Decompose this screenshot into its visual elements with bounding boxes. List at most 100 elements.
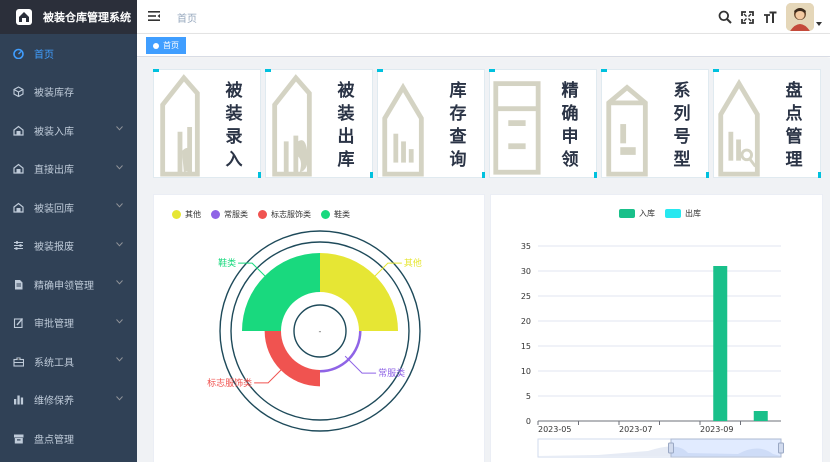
tag-home[interactable]: 首页 [146,37,186,54]
corner-accent [377,69,383,72]
warehouse-shelf-icon [382,82,424,177]
corner-accent [482,172,485,178]
bar-2023-10[interactable] [753,411,768,421]
y-tick-label: 35 [521,242,531,251]
archive-icon [14,434,24,444]
logo-bar[interactable]: 被装仓库管理系统 [0,0,137,34]
datazoom-handle[interactable] [778,442,784,454]
sidebar-item-5[interactable]: 被装回库 [0,188,137,227]
sidebar-item-4[interactable]: 直接出库 [0,150,137,189]
sidebar-item-label: 直接出库 [34,165,74,177]
pie-slice-label: 鞋类 [218,257,236,269]
logo-icon [16,9,32,25]
fullscreen-icon[interactable] [741,10,754,24]
sidebar-item-6[interactable]: 被装报废 [0,227,137,266]
corner-accent [713,69,719,72]
x-tick-label: 2023-05 [538,425,571,434]
pie-slice-label: 标志服饰类 [207,377,252,389]
bar-chart: 0 5 10 15 20 25 30 35 2023-05 2023-07 2023-09 [521,242,784,458]
sidebar-item-label: 被装回库 [34,203,74,215]
corner-accent [153,69,159,72]
shortcut-card-2[interactable]: 被装出库 [265,69,373,178]
shortcut-card-1[interactable]: 被装录入 [153,69,261,178]
search-icon[interactable] [718,10,732,24]
sidebar-item-label: 被装报废 [34,242,74,254]
sidebar-item-9[interactable]: 系统工具 [0,342,137,381]
chevron-down-icon [116,280,123,285]
sidebar-item-label: 精确申领管理 [34,280,94,292]
pie-chart: - 其他常服类标志服饰类 鞋类 [207,230,422,432]
sidebar-item-8[interactable]: 审批管理 [0,304,137,343]
sidebar-item-7[interactable]: 精确申领管理 [0,265,137,304]
shortcut-card-5[interactable]: 系列号型 [601,69,709,178]
house-icon [160,74,200,177]
pie-chart-panel: 其他 常服类 标志服饰类 鞋类 - 其他 常服类 标志服饰类 鞋类 [153,194,485,462]
sidebar-item-label: 被装入库 [34,126,74,138]
chevron-down-icon [116,241,123,247]
shortcut-card-label: 被装出库 [337,81,355,170]
sidebar-menu: 首页被装库存被装入库直接出库被装回库被装报废精确申领管理 审批管理系统工具维修保养… [0,34,137,458]
corner-accent [265,69,271,72]
warehouse-return-icon [13,202,24,213]
shortcut-card-6[interactable]: 盘点管理 [713,69,821,178]
corner-accent [370,172,373,178]
app-title: 被装仓库管理系统 [43,11,131,24]
sidebar-item-label: 被装库存 [34,88,74,100]
x-tick-label: 2023-09 [700,425,733,434]
shortcut-card-3[interactable]: 库存查询 [377,69,485,178]
sidebar-item-label: 首页 [34,49,54,61]
sidebar-item-label: 维修保养 [34,396,74,408]
font-size-icon[interactable] [763,11,777,24]
sidebar-item-label: 盘点管理 [34,434,74,446]
tag-label: 首页 [163,41,179,50]
chevron-down-icon [116,203,123,208]
y-tick-label: 20 [521,317,531,326]
document-icon [15,279,23,290]
dashboard-content: 被装录入 被装出库 库存查询 精确申领 系列号型 盘点管理 其他 常服类 标志服饰类 鞋类 -其… [137,58,830,462]
avatar[interactable] [786,3,814,31]
chevron-down-icon [116,164,123,170]
sidebar-item-label: 系统工具 [34,357,74,369]
corner-accent [258,172,261,178]
edit-icon [13,318,24,329]
y-tick-label: 10 [521,367,531,376]
chevron-down-icon [116,318,123,324]
tag-dot-icon [153,42,159,49]
cube-icon [13,86,24,98]
bar-2023-09[interactable] [713,266,728,421]
datazoom-window[interactable] [670,438,782,458]
caret-down-icon[interactable] [816,21,822,27]
sidebar-item-2[interactable]: 被装库存 [0,73,137,112]
sidebar-item-label: 审批管理 [34,319,74,331]
y-tick-label: 25 [521,292,531,301]
sidebar-item-11[interactable]: 盘点管理 [0,419,137,458]
y-tick-label: 5 [526,392,531,401]
shortcut-card-4[interactable]: 精确申领 [489,69,597,178]
corner-accent [489,69,495,72]
hamburger-icon[interactable] [148,10,160,22]
main-area: 首页 首页 被装录入 被装出库 库存查询 精确申领 系列号型 盘点管理 其他 常… [137,0,830,462]
x-tick-label: 2023-07 [619,425,652,434]
shortcut-card-label: 被装录入 [225,81,243,170]
shortcut-card-label: 系列号型 [673,81,691,170]
package-icon [606,84,648,177]
corner-accent [601,69,607,72]
chevron-down-icon [116,395,123,401]
breadcrumb: 首页 [177,14,197,25]
pie-slice-label: 常服类 [378,367,405,379]
chevron-down-icon [116,126,123,131]
pie-center-label: - [319,327,322,336]
corner-accent [818,172,821,178]
sidebar: 被装仓库管理系统 首页被装库存被装入库直接出库被装回库被装报废精确申领管理 审批管… [0,0,137,462]
shortcut-card-label: 盘点管理 [785,81,803,170]
datazoom-handle[interactable] [668,442,674,454]
sidebar-item-1[interactable]: 首页 [0,34,137,73]
bar-chart-icon [14,395,24,405]
box-icon [493,81,541,175]
house-fire-icon [272,74,312,177]
sidebar-item-10[interactable]: 维修保养 [0,381,137,420]
sidebar-item-3[interactable]: 被装入库 [0,111,137,150]
bar-chart-panel: 入库 出库 0 5 10 15 20 25 30 35 2023-05 2023-07 2023-09 [490,194,823,462]
navbar: 首页 [137,0,830,34]
shortcut-card-label: 库存查询 [449,81,467,170]
